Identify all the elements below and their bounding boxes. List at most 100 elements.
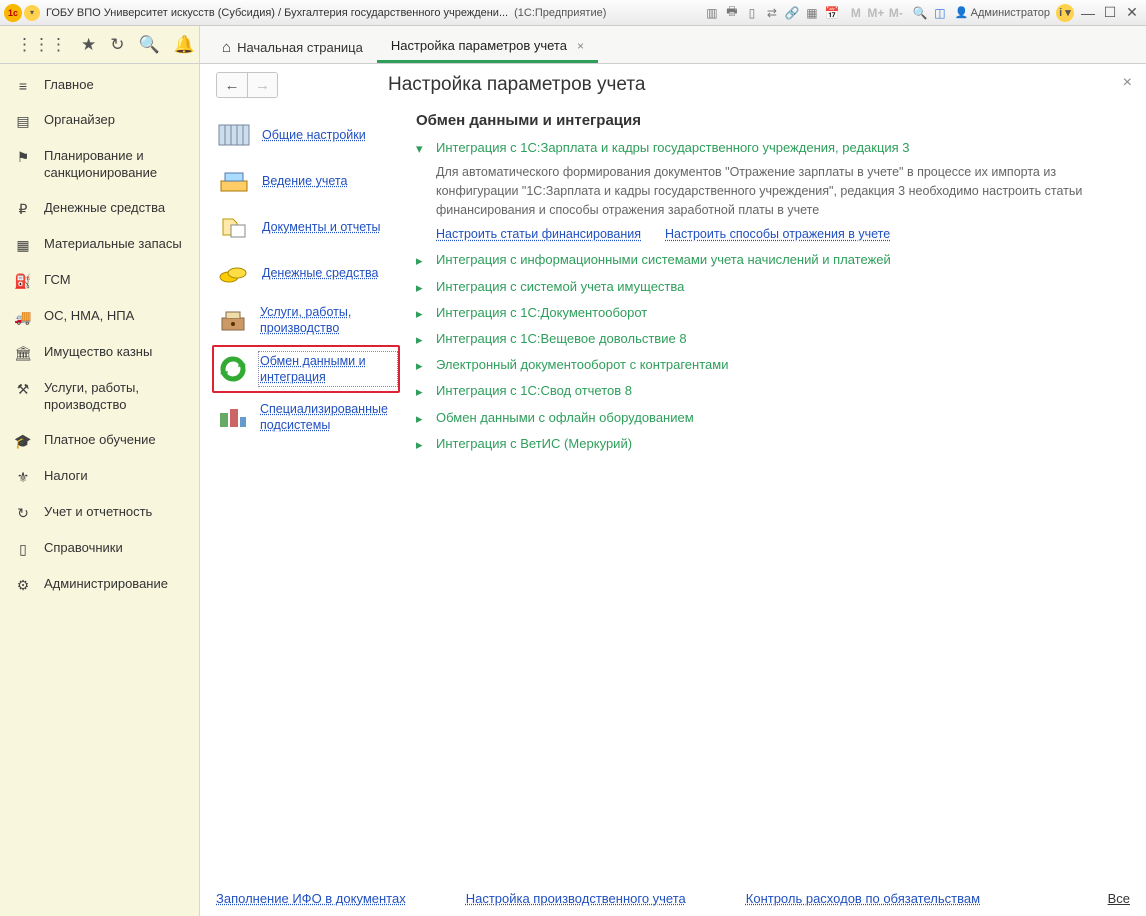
- group-collapsed: ▸Интеграция с системой учета имущества: [416, 278, 1130, 296]
- forward-button[interactable]: →: [247, 73, 277, 97]
- bell-icon[interactable]: 🔔: [174, 35, 195, 55]
- group-header[interactable]: ▸Интеграция с информационными системами …: [416, 251, 1130, 269]
- link-configure-reflect[interactable]: Настроить способы отражения в учете: [665, 227, 890, 241]
- sidebar-item[interactable]: ⚙Администрирование: [0, 567, 199, 603]
- star-icon[interactable]: ★: [81, 35, 96, 55]
- user-label[interactable]: Администратор: [955, 6, 1050, 19]
- sidebar-item[interactable]: ⚑Планирование и санкционирование: [0, 139, 199, 191]
- sidebar-item[interactable]: ▦Материальные запасы: [0, 227, 199, 263]
- minimize-button[interactable]: —: [1078, 4, 1098, 22]
- calendar-icon[interactable]: 📅: [823, 4, 841, 22]
- m-plus-button[interactable]: M+: [867, 4, 885, 22]
- link-configure-fin[interactable]: Настроить статьи финансирования: [436, 227, 641, 241]
- category-item[interactable]: Обмен данными и интеграция: [212, 345, 400, 394]
- calc-icon[interactable]: ▦: [803, 4, 821, 22]
- sidebar-label: Имущество казны: [44, 344, 152, 361]
- group-collapsed: ▸Обмен данными с офлайн оборудованием: [416, 409, 1130, 427]
- sidebar-label: ГСМ: [44, 272, 71, 289]
- group-header[interactable]: ▸Электронный документооборот с контраген…: [416, 356, 1130, 374]
- sidebar-label: Денежные средства: [44, 200, 165, 217]
- chevron-right-icon: ▸: [416, 280, 430, 296]
- group-header[interactable]: ▸Интеграция с системой учета имущества: [416, 278, 1130, 296]
- sidebar-item[interactable]: 🎓Платное обучение: [0, 423, 199, 459]
- m-minus-button[interactable]: M-: [887, 4, 905, 22]
- sidebar-item[interactable]: ↻Учет и отчетность: [0, 495, 199, 531]
- footer-link-control[interactable]: Контроль расходов по обязательствам: [746, 891, 980, 906]
- group-header[interactable]: ▸Интеграция с 1С:Свод отчетов 8: [416, 382, 1130, 400]
- sidebar-item[interactable]: ₽ Денежные средства: [0, 191, 199, 227]
- tab-settings[interactable]: Настройка параметров учета ×: [377, 30, 598, 63]
- group-header[interactable]: ▸Интеграция с 1С:Документооборот: [416, 304, 1130, 322]
- sidebar-item[interactable]: ⛽ГСМ: [0, 263, 199, 299]
- category-link[interactable]: Услуги, работы, производство: [260, 304, 396, 337]
- footer-link-all[interactable]: Все: [1108, 891, 1130, 906]
- category-link[interactable]: Обмен данными и интеграция: [260, 353, 396, 386]
- back-button[interactable]: ←: [217, 73, 247, 97]
- footer-link-prod[interactable]: Настройка производственного учета: [466, 891, 686, 906]
- info-icon[interactable]: i ▾: [1056, 4, 1074, 22]
- category-link[interactable]: Общие настройки: [262, 127, 366, 143]
- sidebar-icon: ⚒: [14, 381, 32, 398]
- sidebar-label: Услуги, работы, производство: [44, 380, 187, 414]
- sidebar-item[interactable]: ⚜Налоги: [0, 459, 199, 495]
- sidebar-label: Планирование и санкционирование: [44, 148, 187, 182]
- apps-icon[interactable]: ⋮⋮⋮: [16, 35, 67, 55]
- chevron-right-icon: ▸: [416, 384, 430, 400]
- section-title: Обмен данными и интеграция: [416, 112, 1130, 129]
- category-item[interactable]: Денежные средства: [212, 250, 400, 296]
- navigation-sidebar: ≡ Главное ▤Органайзер⚑Планирование и санкц…: [0, 64, 200, 916]
- sidebar-icon: ▤: [14, 113, 32, 130]
- print-preview-icon[interactable]: ▥: [703, 4, 721, 22]
- category-icon: [216, 166, 252, 196]
- tool-left: ⋮⋮⋮ ★ ↻ 🔍 🔔: [0, 26, 200, 63]
- footer-link-ifo[interactable]: Заполнение ИФО в документах: [216, 891, 406, 906]
- close-page-icon[interactable]: ×: [1123, 74, 1132, 92]
- close-window-button[interactable]: ✕: [1122, 4, 1142, 22]
- tab-home[interactable]: Начальная страница: [208, 31, 377, 63]
- category-item[interactable]: Документы и отчеты: [212, 204, 400, 250]
- tab-close-icon[interactable]: ×: [577, 39, 584, 53]
- group-header[interactable]: ▸Интеграция с ВетИС (Меркурий): [416, 435, 1130, 453]
- zoom-icon[interactable]: 🔍: [911, 4, 929, 22]
- app-menu-dropdown[interactable]: [24, 5, 40, 21]
- content-area: ← → Настройка параметров учета × Общие н…: [200, 64, 1146, 916]
- sidebar-icon: ₽: [14, 201, 32, 218]
- sidebar-icon: ≡: [14, 78, 32, 94]
- group-description: Для автоматического формирования докумен…: [436, 163, 1130, 219]
- sidebar-label: Главное: [44, 77, 94, 94]
- panels-icon[interactable]: ◫: [931, 4, 949, 22]
- sidebar-icon: ▦: [14, 237, 32, 254]
- group-header[interactable]: ▸ Интеграция с 1С:Вещевое довольствие 8: [416, 330, 1130, 348]
- category-item[interactable]: Общие настройки: [212, 112, 400, 158]
- sidebar-item[interactable]: 🚚ОС, НМА, НПА: [0, 299, 199, 335]
- sidebar-label: Администрирование: [44, 576, 168, 593]
- category-item[interactable]: Ведение учета: [212, 158, 400, 204]
- sidebar-label: Учет и отчетность: [44, 504, 152, 521]
- sidebar-item[interactable]: ≡ Главное: [0, 68, 199, 103]
- m-button[interactable]: M: [847, 4, 865, 22]
- group-title: Интеграция с 1С:Вещевое довольствие 8: [436, 330, 687, 348]
- sidebar-item[interactable]: ▤Органайзер: [0, 103, 199, 139]
- category-item[interactable]: Специализированные подсистемы: [212, 393, 400, 442]
- category-link[interactable]: Специализированные подсистемы: [260, 401, 396, 434]
- sidebar-item[interactable]: 🏛Имущество казны: [0, 335, 199, 371]
- group-header[interactable]: ▸Обмен данными с офлайн оборудованием: [416, 409, 1130, 427]
- link-icon[interactable]: 🔗: [783, 4, 801, 22]
- category-link[interactable]: Документы и отчеты: [262, 219, 381, 235]
- history-icon[interactable]: ↻: [110, 35, 124, 55]
- compare-icon[interactable]: ⇄: [763, 4, 781, 22]
- chevron-right-icon: ▸: [416, 332, 430, 348]
- category-link[interactable]: Денежные средства: [262, 265, 378, 281]
- group-collapsed: ▸Электронный документооборот с контраген…: [416, 356, 1130, 374]
- group-title: Обмен данными с офлайн оборудованием: [436, 409, 694, 427]
- doc-icon[interactable]: ▯: [743, 4, 761, 22]
- category-link[interactable]: Ведение учета: [262, 173, 347, 189]
- category-item[interactable]: Услуги, работы, производство: [212, 296, 400, 345]
- print-icon[interactable]: 🖶: [723, 4, 741, 22]
- group-header[interactable]: ▾ Интеграция с 1С:Зарплата и кадры госуд…: [416, 139, 1130, 157]
- sidebar-item[interactable]: ⚒ Услуги, работы, производство: [0, 371, 199, 423]
- search-icon[interactable]: 🔍: [139, 35, 160, 55]
- app-logo-icon: 1c: [4, 4, 22, 22]
- sidebar-item[interactable]: ▯Справочники: [0, 531, 199, 567]
- maximize-button[interactable]: ☐: [1100, 4, 1120, 22]
